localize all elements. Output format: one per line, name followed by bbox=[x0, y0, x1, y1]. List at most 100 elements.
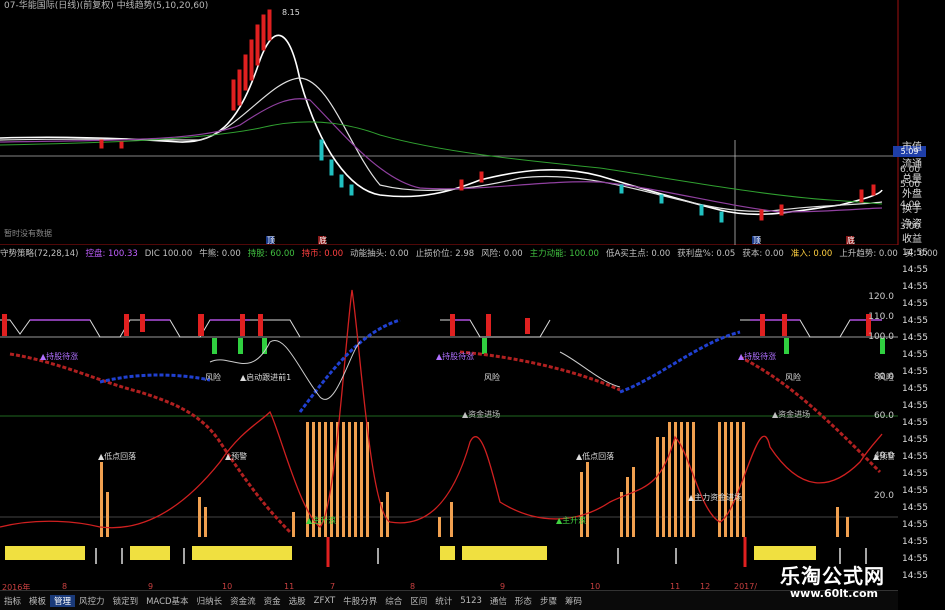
tab-12[interactable]: 综合 bbox=[381, 595, 406, 607]
time-label: 14:55 bbox=[902, 571, 928, 581]
sidebar-label-outer[interactable]: 外盘 bbox=[902, 185, 922, 200]
tab-3[interactable]: 风控力 bbox=[75, 595, 109, 607]
sidebar-label-volume[interactable]: 总量 bbox=[902, 170, 922, 185]
time-label: 14:55 bbox=[902, 435, 928, 445]
volume-bars bbox=[100, 422, 849, 537]
param-item: 主力动能: 100.00 bbox=[529, 249, 599, 259]
ind-tick: 80.0 bbox=[873, 372, 894, 382]
hold-label: ▲持股待涨 bbox=[738, 352, 777, 361]
fund-label: ▲资金进场 bbox=[462, 410, 501, 419]
tab-0[interactable]: 指标 bbox=[0, 595, 25, 607]
green-signal-bars bbox=[212, 338, 885, 354]
high-price-label: 8.15 bbox=[282, 8, 300, 17]
tab-2[interactable]: 管理 bbox=[50, 594, 76, 607]
tab-6[interactable]: 归纳长 bbox=[193, 595, 227, 607]
marker-label: 底 bbox=[847, 236, 855, 245]
white-curve bbox=[209, 339, 621, 400]
time-label: 14:55 bbox=[902, 486, 928, 496]
low-label: ▲低点回落 bbox=[576, 452, 615, 461]
sidebar-label-netasset[interactable]: 净资 bbox=[902, 215, 922, 230]
tab-18[interactable]: 步骤 bbox=[536, 595, 561, 607]
time-label: 14:55 bbox=[902, 520, 928, 530]
time-label: 14:55 bbox=[902, 503, 928, 513]
fund-enter-label: ▲主力资金进场 bbox=[688, 493, 743, 502]
time-label: 14:55 bbox=[902, 248, 928, 258]
param-item: 止损价位: 2.98 bbox=[415, 249, 475, 259]
param-item: 风险: 0.00 bbox=[481, 249, 523, 259]
tab-bar[interactable]: 指标 模板 管理 风控力 锁定到 MACD基本 归纳长 资金流 资金 选股 ZFXT 牛股分界 综合 区间… bbox=[0, 590, 898, 610]
ind-tick: 40.0 bbox=[873, 451, 894, 461]
tab-7[interactable]: 资金流 bbox=[226, 595, 260, 607]
param-item: 准入: 0.00 bbox=[790, 249, 833, 259]
param-item: 守势策略(72,28,14) bbox=[0, 249, 79, 259]
time-label: 14:55 bbox=[902, 469, 928, 479]
tab-15[interactable]: 5123 bbox=[456, 596, 486, 606]
time-column: 14:55 14:55 14:55 14:55 14:55 14:55 14:55 14:55… bbox=[900, 248, 945, 590]
ind-tick: 110.0 bbox=[868, 312, 894, 322]
time-label: 14:55 bbox=[902, 282, 928, 292]
trend-box-line-blue bbox=[99, 318, 741, 413]
time-label: 14:55 bbox=[902, 265, 928, 275]
param-item: 获本: 0.00 bbox=[742, 249, 784, 259]
fund-label: ▲资金进场 bbox=[772, 410, 811, 419]
tab-16[interactable]: 通信 bbox=[486, 595, 511, 607]
param-item: 获利盘%: 0.05 bbox=[677, 249, 736, 259]
red-signal-bars bbox=[2, 314, 871, 336]
tab-4[interactable]: 锁定到 bbox=[109, 595, 143, 607]
candles bbox=[99, 9, 876, 221]
time-label: 14:55 bbox=[902, 299, 928, 309]
time-label: 14:55 bbox=[902, 367, 928, 377]
momentum-line bbox=[0, 289, 883, 529]
time-label: 14:55 bbox=[902, 350, 928, 360]
time-label: 14:55 bbox=[902, 537, 928, 547]
sidebar-label-turnover[interactable]: 换手 bbox=[902, 200, 922, 215]
tab-11[interactable]: 牛股分界 bbox=[339, 595, 381, 607]
time-label: 14:55 bbox=[902, 333, 928, 343]
watermark-site-name: 乐淘公式网 bbox=[780, 564, 885, 588]
indicator-param-line: 守势策略(72,28,14) 控盘: 100.33 DIC 100.00 牛熊: 0.… bbox=[0, 248, 938, 260]
tab-19[interactable]: 筹码 bbox=[561, 595, 586, 607]
ind-tick: 60.0 bbox=[873, 411, 894, 421]
uptrend-label: ▲主升浪 bbox=[556, 516, 587, 525]
signal-step-line bbox=[0, 319, 882, 338]
param-item: 牛熊: 0.00 bbox=[199, 249, 241, 259]
tab-13[interactable]: 区间 bbox=[406, 595, 431, 607]
yellow-signal-strip bbox=[5, 546, 867, 564]
tab-1[interactable]: 模板 bbox=[25, 595, 50, 607]
ma20-line bbox=[0, 98, 883, 213]
ma5-line bbox=[0, 34, 883, 216]
watermark-url: www.60lt.com bbox=[790, 587, 879, 600]
tab-10[interactable]: ZFXT bbox=[310, 596, 340, 606]
sidebar-label-mktcap[interactable]: 市值 bbox=[902, 138, 922, 153]
marker-label: 顶 bbox=[267, 236, 275, 245]
ind-tick: 100.0 bbox=[868, 332, 894, 342]
low-label: ▲低点回落 bbox=[98, 452, 137, 461]
time-label: 14:55 bbox=[902, 401, 928, 411]
indicator-axis: 120.0 110.0 100.0 80.0 60.0 40.0 20.0 bbox=[855, 262, 898, 582]
param-item: 持币: 0.00 bbox=[301, 249, 344, 259]
startup-label: ▲启动跟进前1 bbox=[240, 373, 292, 382]
tab-8[interactable]: 资金 bbox=[260, 595, 285, 607]
candles-down bbox=[319, 139, 724, 223]
time-label: 14:55 bbox=[902, 554, 928, 564]
sidebar-label-float[interactable]: 流通 bbox=[902, 155, 922, 170]
param-item: 控盘: 100.33 bbox=[85, 249, 138, 259]
risk-label: 风险 bbox=[205, 373, 221, 382]
param-item: 动能抽头: 0.00 bbox=[350, 249, 409, 259]
tab-17[interactable]: 形态 bbox=[511, 595, 536, 607]
tab-14[interactable]: 统计 bbox=[431, 595, 456, 607]
time-label: 14:55 bbox=[902, 384, 928, 394]
tab-9[interactable]: 选股 bbox=[285, 595, 310, 607]
ind-tick: 20.0 bbox=[873, 491, 894, 501]
price-chart bbox=[0, 0, 899, 245]
marker-label: 底 bbox=[319, 236, 327, 245]
param-item: DIC 100.00 bbox=[144, 249, 193, 259]
tab-5[interactable]: MACD基本 bbox=[142, 595, 192, 607]
param-item: 持股: 60.00 bbox=[247, 249, 295, 259]
sidebar-label-earnings[interactable]: 收益 bbox=[902, 230, 922, 245]
time-label: 14:55 bbox=[902, 418, 928, 428]
risk-label: 风险 bbox=[785, 373, 801, 382]
warn-label: ▲预警 bbox=[225, 452, 248, 461]
hold-label: ▲持股待涨 bbox=[436, 352, 475, 361]
hold-label: ▲持股待涨 bbox=[40, 352, 79, 361]
